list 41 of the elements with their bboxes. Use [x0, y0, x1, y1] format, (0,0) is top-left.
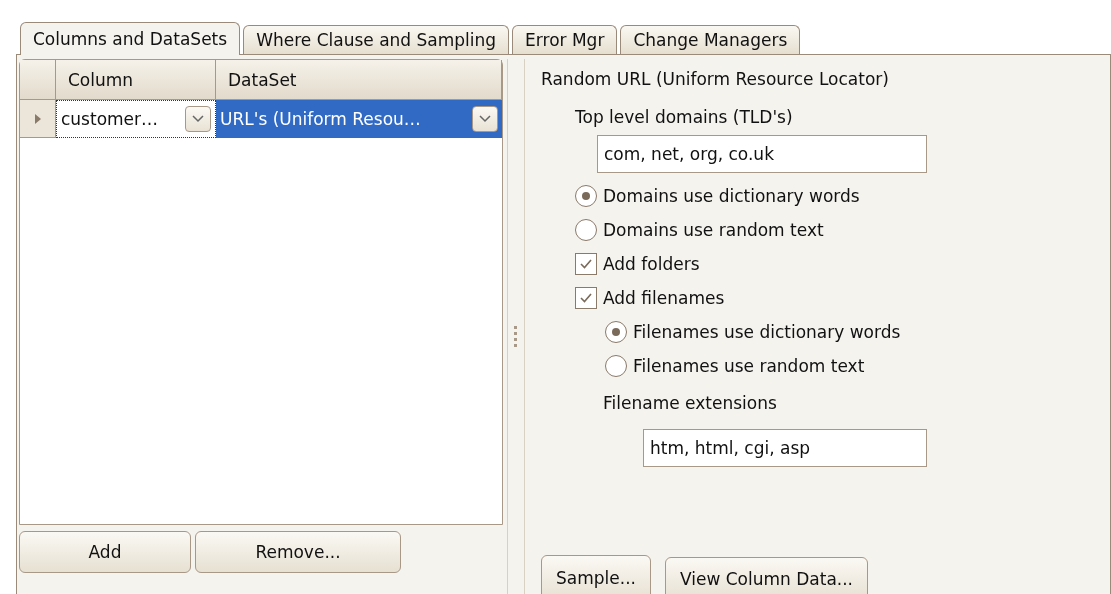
field-label: Top level domains (TLD's): [574, 107, 794, 127]
cell-text: URL's (Uniform Resou…: [220, 109, 421, 129]
dropdown-button[interactable]: [472, 106, 498, 132]
column-header[interactable]: DataSet: [216, 60, 502, 100]
check-icon: [579, 258, 593, 270]
radio-dot-icon: [611, 327, 621, 337]
input-field[interactable]: com, net, org, co.uk: [597, 135, 927, 173]
chevron-down-icon: [478, 114, 492, 124]
option-label: Add filenames: [603, 288, 725, 308]
chevron-down-icon: [191, 114, 205, 124]
checkbox[interactable]: [575, 287, 597, 309]
radio-dot-icon: [581, 191, 591, 201]
column-header[interactable]: Column: [56, 60, 216, 100]
field-label: Filename extensions: [602, 393, 778, 413]
checkbox[interactable]: [575, 253, 597, 275]
section-title: Random URL (Uniform Resource Locator): [541, 69, 890, 89]
tab[interactable]: Columns and DataSets: [20, 22, 241, 55]
table-cell[interactable]: customer…: [56, 100, 216, 138]
option-label: Add folders: [603, 254, 700, 274]
button[interactable]: Remove...: [195, 531, 401, 573]
cell-text: customer…: [61, 109, 159, 129]
button[interactable]: Add: [19, 531, 191, 573]
radio-button[interactable]: [605, 321, 627, 343]
grip-icon: [514, 324, 518, 348]
tab[interactable]: Error Mgr: [512, 25, 618, 54]
option-label: Filenames use random text: [633, 356, 865, 376]
tab[interactable]: Change Managers: [620, 25, 801, 54]
dropdown-button[interactable]: [185, 106, 211, 132]
option-label: Domains use random text: [603, 220, 824, 240]
option-label: Filenames use dictionary words: [633, 322, 901, 342]
radio-button[interactable]: [575, 185, 597, 207]
tab[interactable]: Where Clause and Sampling: [243, 25, 510, 54]
input-field[interactable]: htm, html, cgi, asp: [643, 429, 927, 467]
option-label: Domains use dictionary words: [603, 186, 860, 206]
button[interactable]: Sample...: [541, 555, 651, 594]
triangle-right-icon: [33, 112, 42, 125]
check-icon: [579, 292, 593, 304]
radio-button[interactable]: [605, 355, 627, 377]
table-cell[interactable]: URL's (Uniform Resou…: [216, 100, 502, 138]
button[interactable]: View Column Data...: [664, 557, 868, 594]
radio-button[interactable]: [575, 219, 597, 241]
